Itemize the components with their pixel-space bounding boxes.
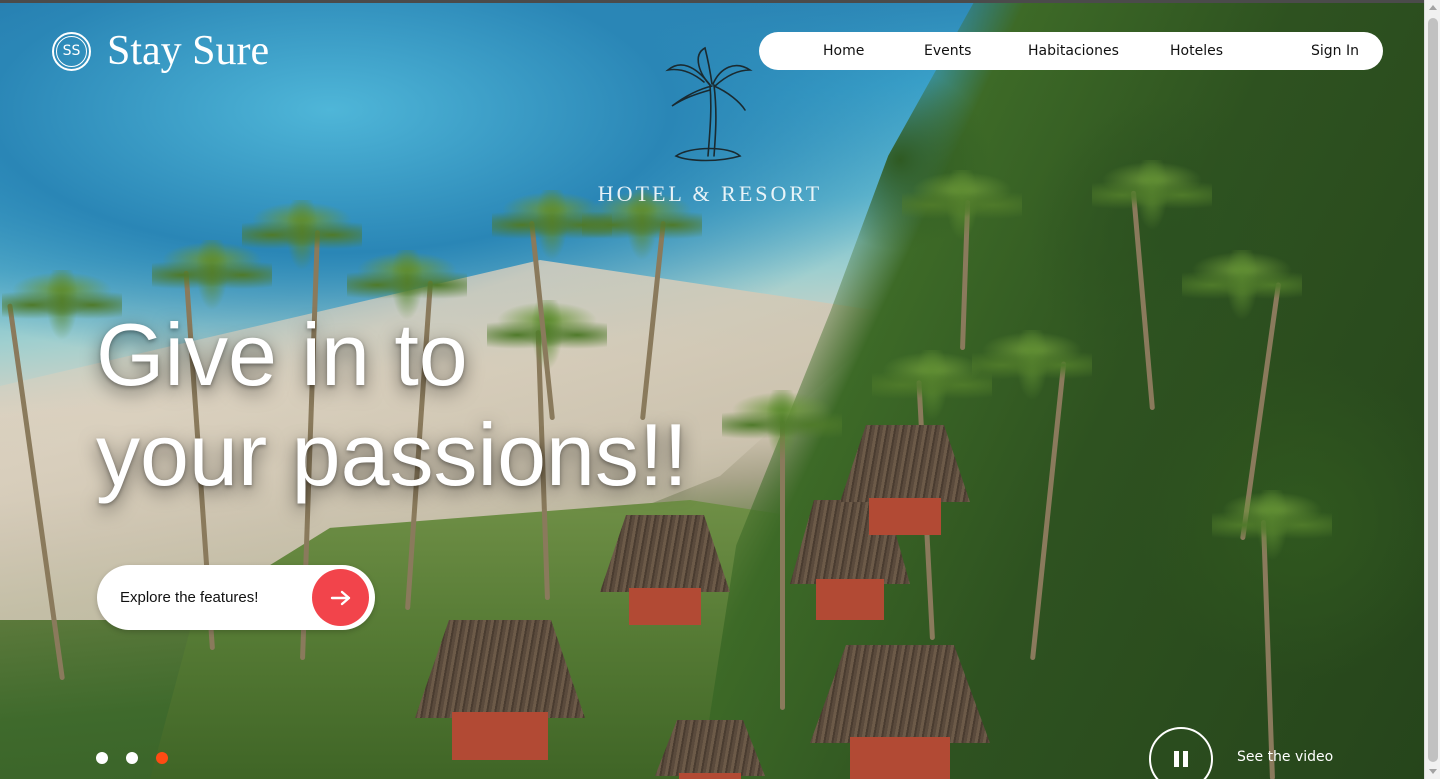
arrow-right-icon[interactable] <box>312 569 369 626</box>
page-scrollbar[interactable] <box>1424 0 1440 779</box>
bungalow <box>600 515 730 625</box>
nav-item-hoteles[interactable]: Hoteles <box>1170 32 1223 70</box>
brand-logo[interactable]: SS Stay Sure <box>52 27 269 75</box>
logo-badge-icon: SS <box>52 31 91 71</box>
brand-name: Stay Sure <box>107 28 270 74</box>
nav-item-home[interactable]: Home <box>823 32 864 70</box>
window-top-border <box>0 0 1424 3</box>
explore-features-button[interactable]: Explore the features! <box>97 565 375 630</box>
nav-item-events[interactable]: Events <box>924 32 971 70</box>
bungalow <box>810 645 990 779</box>
headline-line-1: Give in to <box>96 305 468 404</box>
scroll-thumb[interactable] <box>1428 18 1438 762</box>
bungalow <box>415 620 585 760</box>
pause-icon <box>1174 751 1188 767</box>
cta-label: Explore the features! <box>120 589 259 606</box>
nav-item-habitaciones[interactable]: Habitaciones <box>1028 32 1119 70</box>
main-nav: Home Events Habitaciones Hoteles Sign In <box>759 32 1383 70</box>
scroll-down-icon[interactable] <box>1429 769 1437 774</box>
carousel-dot[interactable] <box>126 752 138 764</box>
sign-in-link[interactable]: Sign In <box>1311 32 1359 70</box>
headline-line-2: your passions!! <box>96 405 688 504</box>
carousel-dot[interactable] <box>96 752 108 764</box>
scroll-up-icon[interactable] <box>1429 5 1437 10</box>
bungalow <box>840 425 970 535</box>
hero-headline: Give in to your passions!! <box>96 305 688 505</box>
emblem-text: HOTEL & RESORT <box>597 181 823 206</box>
carousel-dot[interactable] <box>156 752 168 764</box>
bungalow <box>655 720 765 779</box>
see-video-link[interactable]: See the video <box>1237 749 1333 765</box>
